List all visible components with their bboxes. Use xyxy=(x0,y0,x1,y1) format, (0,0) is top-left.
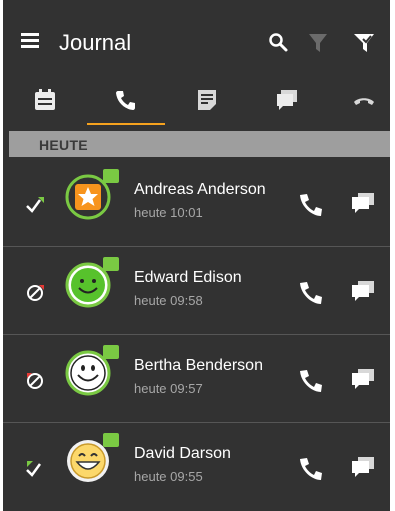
call-time: heute 09:58 xyxy=(134,293,203,308)
menu-icon[interactable] xyxy=(21,33,43,49)
status-badge xyxy=(103,169,119,183)
contact-name: Andreas Anderson xyxy=(134,181,266,198)
message-button[interactable] xyxy=(350,455,376,479)
phone-icon xyxy=(116,91,135,110)
contact-name: Bertha Benderson xyxy=(134,357,263,374)
message-button[interactable] xyxy=(350,191,376,215)
tab-calendar[interactable] xyxy=(7,80,83,128)
call-button[interactable] xyxy=(296,277,326,307)
contact-name: Edward Edison xyxy=(134,269,242,286)
call-button[interactable] xyxy=(296,365,326,395)
message-button[interactable] xyxy=(350,279,376,303)
tab-calls[interactable] xyxy=(88,80,164,128)
filter-off-icon[interactable] xyxy=(308,32,328,54)
outgoing-missed-icon xyxy=(27,285,44,301)
notes-icon xyxy=(198,90,216,110)
list-item[interactable]: David Darson heute 09:55 xyxy=(3,423,390,511)
status-badge xyxy=(103,345,119,359)
filter-on-icon[interactable] xyxy=(353,32,375,54)
app-window: Journal HEUTE Andreas Anderson heute 10:… xyxy=(3,0,390,511)
message-button[interactable] xyxy=(350,367,376,391)
tab-hangup[interactable] xyxy=(326,80,390,128)
page-title: Journal xyxy=(59,30,132,55)
tab-notes[interactable] xyxy=(169,80,245,128)
list-item[interactable]: Edward Edison heute 09:58 xyxy=(3,247,390,335)
call-time: heute 10:01 xyxy=(134,205,203,220)
list-item[interactable]: Bertha Benderson heute 09:57 xyxy=(3,335,390,423)
list-item[interactable]: Andreas Anderson heute 10:01 xyxy=(3,159,390,247)
hangup-icon xyxy=(354,98,374,105)
incoming-answered-icon xyxy=(26,461,42,477)
call-time: heute 09:57 xyxy=(134,381,203,396)
top-bar: Journal xyxy=(3,0,390,80)
call-time: heute 09:55 xyxy=(134,469,203,484)
chat-icon xyxy=(277,90,297,110)
status-badge xyxy=(103,257,119,271)
contact-name: David Darson xyxy=(134,445,231,462)
call-button[interactable] xyxy=(296,189,326,219)
call-button[interactable] xyxy=(296,453,326,483)
incoming-missed-icon xyxy=(27,373,43,389)
section-header-today: HEUTE xyxy=(9,131,390,157)
outgoing-answered-icon xyxy=(26,197,44,213)
active-tab-indicator xyxy=(87,123,165,125)
tab-chat[interactable] xyxy=(249,80,325,128)
calendar-icon xyxy=(35,89,55,110)
tab-bar xyxy=(3,80,390,128)
search-icon[interactable] xyxy=(268,32,290,54)
status-badge xyxy=(103,433,119,447)
